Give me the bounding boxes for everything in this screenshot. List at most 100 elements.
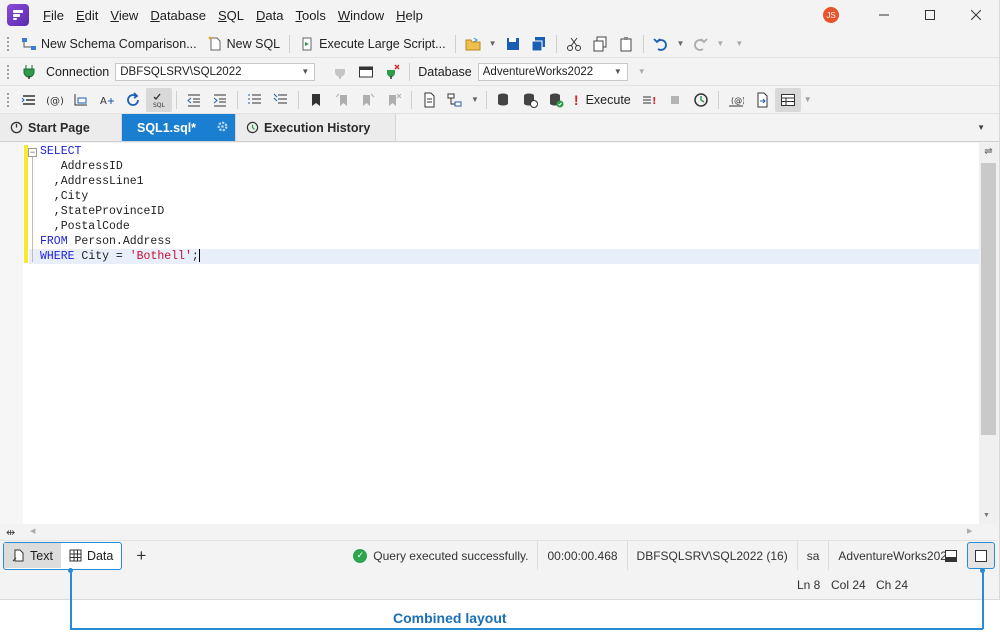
clear-bookmarks-button[interactable] <box>381 88 407 112</box>
new-schema-comparison-label: New Schema Comparison... <box>41 36 197 51</box>
query-profiler-button[interactable] <box>416 88 442 112</box>
comment-button[interactable] <box>242 88 268 112</box>
disconnect-button[interactable] <box>327 60 353 84</box>
menu-window[interactable]: Window <box>332 8 390 23</box>
stop-button[interactable] <box>662 88 688 112</box>
cut-button[interactable] <box>561 32 587 56</box>
uncomment-button[interactable] <box>268 88 294 112</box>
menu-database[interactable]: Database <box>144 8 212 23</box>
execute-current-button[interactable] <box>517 88 543 112</box>
svg-text:(@): (@) <box>731 96 744 105</box>
prev-bookmark-button[interactable] <box>329 88 355 112</box>
parameters-panel-button[interactable]: (@) <box>723 88 749 112</box>
code-line: ,StateProvinceID <box>40 205 165 218</box>
sql-editor[interactable]: − SELECT AddressID ,AddressLine1 ,City ,… <box>0 143 998 524</box>
paste-button[interactable] <box>613 32 639 56</box>
export-button[interactable] <box>749 88 775 112</box>
layout-button[interactable] <box>774 87 801 112</box>
copy-icon <box>593 36 606 51</box>
new-schema-comparison-button[interactable]: New Schema Comparison... <box>16 32 202 56</box>
scroll-right-arrow[interactable]: ▶ <box>967 527 972 535</box>
connection-select[interactable]: DBFSQLSRV\SQL2022 ▼ <box>115 62 316 81</box>
format-button[interactable] <box>16 88 42 112</box>
open-button[interactable] <box>460 32 486 56</box>
connection-properties-button[interactable] <box>353 60 379 84</box>
execute-script-icon <box>302 37 312 50</box>
tab-start-page[interactable]: Start Page <box>0 114 122 141</box>
save-button[interactable] <box>500 32 526 56</box>
menu-file[interactable]: File <box>37 8 70 23</box>
vertical-scrollbar[interactable]: ⇌ ▼ <box>979 143 998 524</box>
maximize-button[interactable] <box>907 0 953 30</box>
toolbar-grip[interactable] <box>6 63 10 80</box>
redo-dropdown-arrow[interactable]: ▼ <box>716 39 724 48</box>
tabs-overflow-arrow[interactable]: ▼ <box>977 123 985 132</box>
toolbar-overflow-arrow[interactable]: ▼ <box>735 39 743 48</box>
sql-check-button[interactable]: SQL <box>146 87 172 112</box>
copy-button[interactable] <box>587 32 613 56</box>
menu-tools[interactable]: Tools <box>289 8 331 23</box>
toolbar-separator <box>642 34 644 53</box>
menu-view[interactable]: View <box>104 8 144 23</box>
data-view-button[interactable]: Data <box>61 543 121 568</box>
refresh-button[interactable] <box>120 88 146 112</box>
query-plan-dropdown-arrow[interactable]: ▼ <box>471 95 479 104</box>
menu-data[interactable]: Data <box>250 8 289 23</box>
undo-button[interactable] <box>648 32 674 56</box>
query-plan-button[interactable] <box>442 88 468 112</box>
close-button[interactable] <box>953 0 999 30</box>
increase-indent-button[interactable] <box>207 88 233 112</box>
toolbar-grip[interactable] <box>6 91 10 108</box>
database-value: AdventureWorks2022 <box>482 65 594 78</box>
new-sql-button[interactable]: New SQL <box>202 32 286 56</box>
menu-sql[interactable]: SQL <box>212 8 250 23</box>
fold-collapse-icon[interactable]: − <box>28 148 37 157</box>
add-view-button[interactable]: + <box>136 546 146 566</box>
tab-sql1[interactable]: SQL1.sql* <box>122 114 236 141</box>
grid-icon <box>69 549 82 562</box>
case-button[interactable]: A <box>94 88 120 112</box>
menu-help[interactable]: Help <box>390 8 429 23</box>
undo-dropdown-arrow[interactable]: ▼ <box>677 39 685 48</box>
open-dropdown-arrow[interactable]: ▼ <box>489 39 497 48</box>
horizontal-scrollbar[interactable]: ⇹ ◀ ▶ <box>0 524 998 540</box>
scroll-down-arrow[interactable]: ▼ <box>983 512 990 519</box>
combined-layout-button[interactable] <box>967 542 995 569</box>
parameters-button[interactable]: (@) <box>42 88 68 112</box>
execute-button[interactable]: ! Execute <box>569 88 636 112</box>
text-view-button[interactable]: Text <box>4 543 61 568</box>
toggle-bookmark-button[interactable] <box>303 88 329 112</box>
execute-to-cursor-button[interactable] <box>491 88 517 112</box>
split-horizontal-icon[interactable]: ⇹ <box>6 526 15 539</box>
database-select[interactable]: AdventureWorks2022 ▼ <box>477 62 628 81</box>
gear-icon[interactable] <box>216 120 234 136</box>
tab-execution-history[interactable]: Execution History <box>236 114 396 141</box>
status-message-text: Query executed successfully. <box>373 548 529 563</box>
menu-edit[interactable]: Edit <box>70 8 104 23</box>
code-line: ,PostalCode <box>40 220 130 233</box>
toolbar-grip[interactable] <box>6 35 10 52</box>
execution-history-button[interactable] <box>688 88 714 112</box>
execute-large-script-button[interactable]: Execute Large Script... <box>294 32 450 56</box>
redo-button[interactable] <box>687 32 713 56</box>
layout-dropdown-arrow[interactable]: ▼ <box>804 95 812 104</box>
minimize-button[interactable] <box>861 0 907 30</box>
toolbar-overflow-arrow[interactable]: ▼ <box>638 67 646 76</box>
outline-button[interactable] <box>68 88 94 112</box>
save-all-button[interactable] <box>526 32 552 56</box>
execute-multiple-button[interactable]: ! <box>636 88 662 112</box>
scrollbar-thumb[interactable] <box>981 163 996 435</box>
scroll-left-arrow[interactable]: ◀ <box>30 527 35 535</box>
paste-icon <box>620 36 631 51</box>
decrease-indent-button[interactable] <box>181 88 207 112</box>
code-area[interactable]: SELECT AddressID ,AddressLine1 ,City ,St… <box>40 144 200 264</box>
connect-button[interactable] <box>16 60 42 84</box>
split-editor-icon[interactable]: ⇌ <box>981 146 996 160</box>
execute-selection-button[interactable] <box>543 88 569 112</box>
save-icon <box>506 37 519 50</box>
user-avatar[interactable]: JS <box>823 7 839 23</box>
split-layout-button[interactable] <box>937 542 965 569</box>
next-bookmark-button[interactable] <box>355 88 381 112</box>
disconnect-all-button[interactable] <box>379 60 405 84</box>
plug-icon <box>23 64 35 79</box>
